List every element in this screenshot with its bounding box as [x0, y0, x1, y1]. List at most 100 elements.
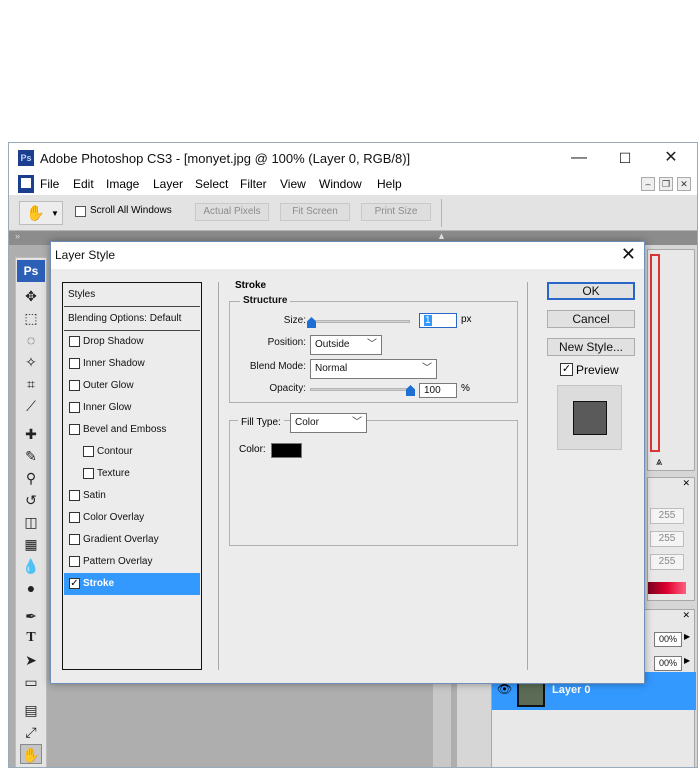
opacity-input[interactable]: 100 [419, 383, 457, 398]
dodge-tool-icon[interactable]: ● [20, 578, 42, 598]
minimize-button[interactable]: — [557, 146, 601, 170]
menu-select[interactable]: Select [195, 177, 228, 191]
size-input[interactable]: 1 [419, 313, 457, 328]
slice-tool-icon[interactable]: ⟋ [20, 396, 42, 416]
layer-fill-field[interactable]: 00% [654, 656, 682, 671]
style-item-inner-glow[interactable]: Inner Glow [64, 397, 200, 419]
style-checkbox[interactable] [83, 468, 94, 479]
shape-tool-icon[interactable]: ▭ [20, 672, 42, 692]
style-label: Stroke [83, 578, 115, 589]
dialog-close-icon[interactable]: ✕ [621, 244, 636, 265]
fill-arrow-icon[interactable]: ▶ [684, 656, 690, 665]
hand-tool-preset[interactable]: ✋ ▼ [19, 201, 63, 225]
opacity-slider-thumb[interactable] [406, 385, 415, 396]
actual-pixels-button[interactable]: Actual Pixels [195, 203, 269, 221]
navigator-view-box[interactable] [650, 254, 660, 452]
green-value-field[interactable]: 255 [650, 531, 684, 547]
layers-panel-close-icon[interactable]: ✕ [682, 610, 690, 621]
panel-close-icon[interactable]: ✕ [682, 478, 690, 489]
style-checkbox[interactable] [69, 402, 80, 413]
ok-button[interactable]: OK [547, 282, 635, 300]
healing-brush-tool-icon[interactable]: ✚ [20, 424, 42, 444]
style-checkbox[interactable] [69, 556, 80, 567]
brush-tool-icon[interactable]: ✎ [20, 446, 42, 466]
doc-restore-button[interactable]: ❐ [659, 177, 673, 191]
layer-opacity-field[interactable]: 00% [654, 632, 682, 647]
double-chevron-icon[interactable]: » [15, 231, 20, 241]
move-tool-icon[interactable]: ✥ [20, 286, 42, 306]
color-ramp[interactable] [648, 582, 686, 594]
stroke-color-swatch[interactable] [271, 443, 302, 458]
eye-icon[interactable]: 👁 [497, 682, 512, 696]
style-item-inner-shadow[interactable]: Inner Shadow [64, 353, 200, 375]
menu-help[interactable]: Help [377, 177, 402, 191]
type-tool-icon[interactable]: T [20, 628, 42, 648]
doc-close-button[interactable]: ✕ [677, 177, 691, 191]
menu-edit[interactable]: Edit [73, 177, 94, 191]
style-checkbox[interactable] [69, 424, 80, 435]
fit-screen-button[interactable]: Fit Screen [280, 203, 350, 221]
style-checkbox[interactable] [69, 358, 80, 369]
eyedropper-tool-icon[interactable]: ⤢ [20, 722, 42, 742]
style-item-bevel-and-emboss[interactable]: Bevel and Emboss [64, 419, 200, 441]
menu-window[interactable]: Window [319, 177, 362, 191]
history-brush-tool-icon[interactable]: ↺ [20, 490, 42, 510]
menu-filter[interactable]: Filter [240, 177, 267, 191]
crop-tool-icon[interactable]: ⌗ [20, 374, 42, 394]
marquee-tool-icon[interactable]: ⬚ [20, 308, 42, 328]
style-item-texture[interactable]: Texture [64, 463, 200, 485]
hand-tool-icon[interactable]: ✋ [20, 744, 42, 764]
style-item-gradient-overlay[interactable]: Gradient Overlay [64, 529, 200, 551]
clone-stamp-tool-icon[interactable]: ⚲ [20, 468, 42, 488]
eraser-tool-icon[interactable]: ◫ [20, 512, 42, 532]
scroll-all-windows-checkbox[interactable] [75, 206, 86, 217]
new-style-button[interactable]: New Style... [547, 338, 635, 356]
preview-checkbox[interactable]: ✓ [560, 363, 573, 376]
style-checkbox[interactable] [83, 446, 94, 457]
fill-type-select[interactable]: Color ﹀ [290, 413, 367, 433]
menu-file[interactable]: File [40, 177, 59, 191]
maximize-button[interactable]: ☐ [603, 146, 647, 170]
opacity-slider-track[interactable] [310, 388, 410, 391]
style-item-outer-glow[interactable]: Outer Glow [64, 375, 200, 397]
zoom-mountain-icon[interactable]: ⩓ [656, 456, 662, 469]
style-checkbox[interactable] [69, 380, 80, 391]
style-item-stroke[interactable]: ✓ Stroke [64, 573, 200, 595]
close-button[interactable]: ✕ [649, 146, 693, 170]
position-select[interactable]: Outside ﹀ [310, 335, 382, 355]
style-checkbox[interactable] [69, 534, 80, 545]
red-value-field[interactable]: 255 [650, 508, 684, 524]
size-slider-track[interactable] [310, 320, 410, 323]
menu-layer[interactable]: Layer [153, 177, 183, 191]
gradient-tool-icon[interactable]: ▦ [20, 534, 42, 554]
lasso-tool-icon[interactable]: ◌ [20, 330, 42, 350]
doc-minimize-button[interactable]: – [641, 177, 655, 191]
style-checkbox[interactable] [69, 336, 80, 347]
style-label: Color Overlay [83, 512, 145, 523]
document-icon[interactable] [18, 175, 34, 193]
style-checkbox[interactable] [69, 490, 80, 501]
pen-tool-icon[interactable]: ✒ [20, 606, 42, 626]
blend-mode-select[interactable]: Normal ﹀ [310, 359, 437, 379]
blue-value-field[interactable]: 255 [650, 554, 684, 570]
style-item-pattern-overlay[interactable]: Pattern Overlay [64, 551, 200, 573]
style-checkbox[interactable]: ✓ [69, 578, 80, 589]
style-item-contour[interactable]: Contour [64, 441, 200, 463]
style-item-color-overlay[interactable]: Color Overlay [64, 507, 200, 529]
scroll-up-icon[interactable]: ▲ [437, 231, 446, 241]
menu-view[interactable]: View [280, 177, 306, 191]
style-item-satin[interactable]: Satin [64, 485, 200, 507]
size-slider-thumb[interactable] [307, 317, 316, 328]
opacity-arrow-icon[interactable]: ▶ [684, 632, 690, 641]
notes-tool-icon[interactable]: ▤ [20, 700, 42, 720]
style-checkbox[interactable] [69, 512, 80, 523]
style-item-drop-shadow[interactable]: Drop Shadow [64, 331, 200, 353]
blur-tool-icon[interactable]: 💧 [20, 556, 42, 576]
styles-header[interactable]: Styles [64, 283, 200, 307]
menu-image[interactable]: Image [106, 177, 139, 191]
blending-options-item[interactable]: Blending Options: Default [64, 307, 200, 331]
cancel-button[interactable]: Cancel [547, 310, 635, 328]
print-size-button[interactable]: Print Size [361, 203, 431, 221]
path-selection-tool-icon[interactable]: ➤ [20, 650, 42, 670]
magic-wand-tool-icon[interactable]: ✧ [20, 352, 42, 372]
